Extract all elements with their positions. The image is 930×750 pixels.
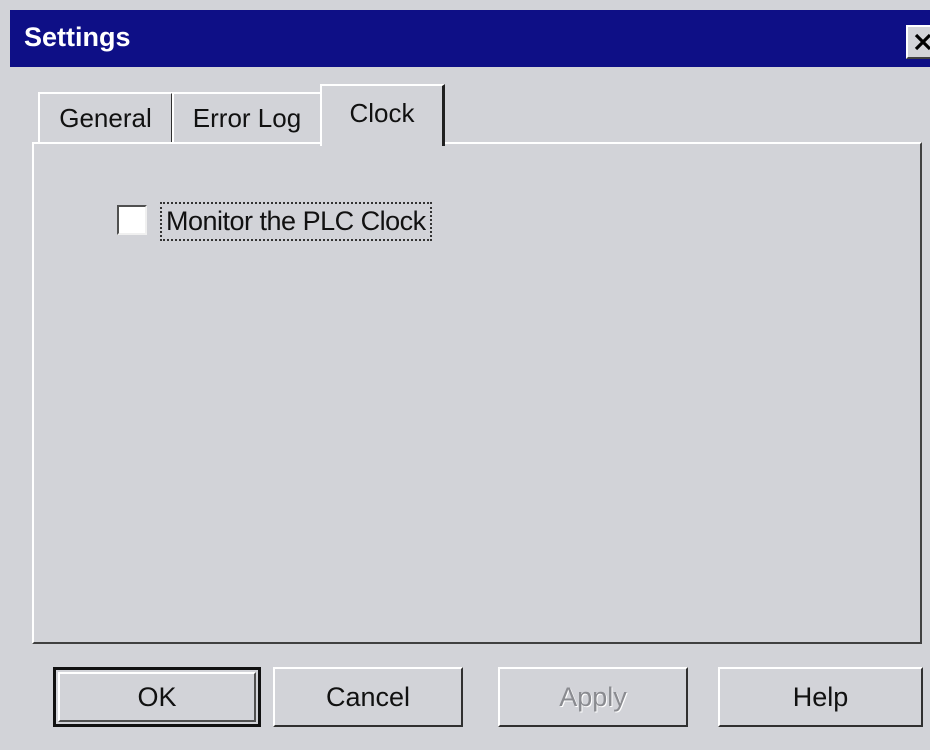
tab-clock[interactable]: Clock — [320, 84, 445, 146]
tab-error-log[interactable]: Error Log — [172, 92, 322, 142]
monitor-plc-clock-label[interactable]: Monitor the PLC Clock — [160, 202, 432, 241]
settings-dialog: Settings General Error Log Clock Monitor… — [0, 0, 930, 750]
ok-button-bevel — [58, 672, 256, 722]
ok-button[interactable]: OK — [53, 667, 261, 727]
tab-general-label: General — [59, 102, 152, 133]
help-button[interactable]: Help — [718, 667, 923, 727]
close-icon — [914, 33, 930, 51]
apply-button-label: Apply — [559, 681, 627, 712]
cancel-button[interactable]: Cancel — [273, 667, 463, 727]
cancel-button-label: Cancel — [325, 681, 411, 712]
help-button-label: Help — [792, 681, 849, 712]
tab-clock-label: Clock — [349, 98, 415, 128]
window-title: Settings — [24, 22, 131, 52]
tab-general[interactable]: General — [38, 92, 173, 142]
close-button[interactable] — [906, 25, 930, 59]
title-bar[interactable]: Settings — [10, 10, 930, 67]
monitor-plc-clock-checkbox[interactable] — [117, 205, 147, 235]
apply-button[interactable]: Apply — [498, 667, 688, 727]
tab-error-log-label: Error Log — [192, 102, 302, 133]
